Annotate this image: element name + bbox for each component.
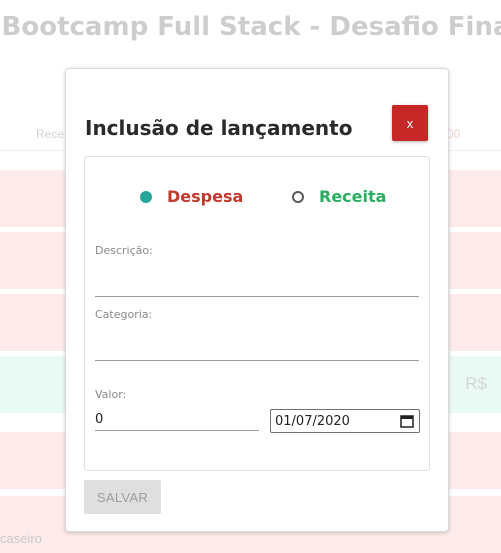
date-value: 01/07/2020 [275, 414, 350, 429]
transaction-form: Despesa Receita Descrição: Categoria: Va… [84, 156, 430, 471]
category-label: Categoria: [95, 308, 153, 321]
radio-income-label: Receita [319, 187, 387, 206]
category-input[interactable] [95, 338, 419, 361]
modal-title: Inclusão de lançamento [85, 116, 353, 140]
radio-expense[interactable]: Despesa [140, 187, 243, 206]
date-input[interactable]: 01/07/2020 [270, 409, 420, 433]
save-button[interactable]: SALVAR [84, 480, 161, 514]
value-label: Valor: [95, 388, 127, 401]
description-input[interactable] [95, 274, 419, 297]
value-input[interactable] [95, 408, 259, 431]
radio-income[interactable]: Receita [292, 187, 386, 206]
radio-unchecked-icon [292, 190, 304, 203]
calendar-icon[interactable] [400, 414, 414, 428]
description-label: Descrição: [95, 244, 153, 257]
radio-expense-label: Despesa [167, 187, 244, 206]
add-transaction-modal: Inclusão de lançamento x Despesa Receita… [65, 68, 449, 532]
radio-checked-icon [140, 190, 152, 203]
close-button[interactable]: x [392, 105, 428, 141]
transaction-type-group: Despesa Receita [85, 187, 429, 209]
